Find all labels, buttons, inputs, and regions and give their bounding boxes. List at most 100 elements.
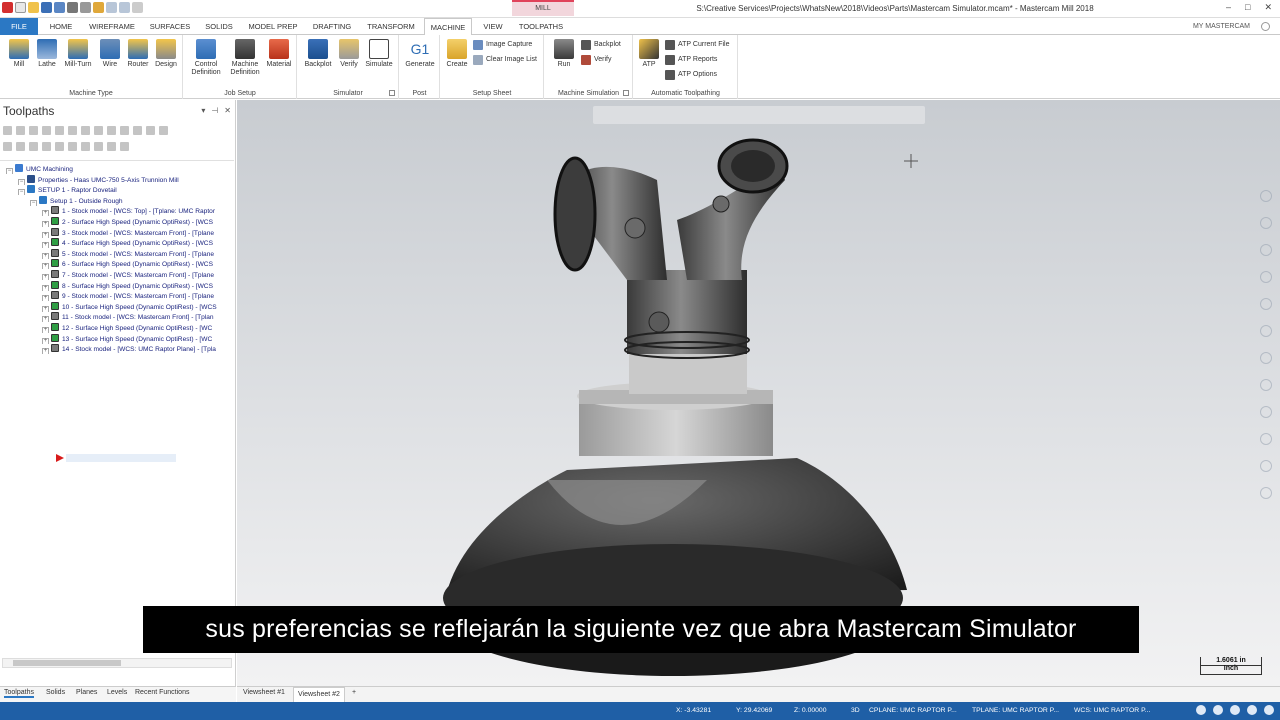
select-all-icon[interactable] [3, 126, 12, 135]
tab-toolpaths[interactable]: TOOLPATHS [514, 18, 568, 35]
toggle-display-icon[interactable] [133, 126, 142, 135]
panel-dropdown-icon[interactable]: ▾ [201, 106, 205, 115]
highfeed-icon[interactable] [107, 126, 116, 135]
expand-icon[interactable] [81, 142, 90, 151]
expand-toggle-icon[interactable]: − [6, 168, 13, 174]
shading-icon[interactable] [1230, 705, 1240, 715]
expand-toggle-icon[interactable]: + [42, 263, 49, 270]
graphics-viewport[interactable]: 1.6061 in Inch [237, 100, 1280, 686]
tab-transform[interactable]: TRANSFORM [362, 18, 420, 35]
snap-icon[interactable] [1213, 705, 1223, 715]
tab-drafting[interactable]: DRAFTING [308, 18, 356, 35]
machine-definition-button[interactable]: Machine Definition [226, 39, 264, 77]
filter-icon[interactable] [107, 142, 116, 151]
wireframe-icon[interactable] [1260, 433, 1272, 445]
tree-node[interactable]: +9 - Stock model - [WCS: Mastercam Front… [42, 291, 234, 302]
tree-node[interactable]: +11 - Stock model - [WCS: Mastercam Fron… [42, 312, 234, 323]
scrollbar-thumb[interactable] [13, 660, 121, 666]
tree-node[interactable]: +4 - Surface High Speed (Dynamic OptiRes… [42, 238, 234, 249]
tree-node[interactable]: +2 - Surface High Speed (Dynamic OptiRes… [42, 217, 234, 227]
insert-arrow-icon[interactable] [56, 454, 64, 462]
deselect-icon[interactable] [16, 126, 25, 135]
toggle-post-icon[interactable] [146, 126, 155, 135]
maximize-button[interactable]: □ [1245, 2, 1250, 13]
transparency-icon[interactable] [1264, 705, 1274, 715]
customize-qat-icon[interactable] [132, 2, 143, 13]
mill-turn-button[interactable]: Mill-Turn [61, 39, 95, 69]
simulator-options-launcher[interactable] [389, 90, 395, 96]
tree-node[interactable]: − SETUP 1 - Raptor Dovetail [18, 185, 234, 196]
tab-model-prep[interactable]: MODEL PREP [244, 18, 302, 35]
pan-icon[interactable] [1260, 271, 1272, 283]
app-logo-icon[interactable] [2, 2, 13, 13]
expand-toggle-icon[interactable]: + [42, 274, 49, 280]
print-preview-icon[interactable] [80, 2, 91, 13]
3d-toggle[interactable]: 3D [851, 707, 860, 714]
options-icon[interactable] [120, 142, 129, 151]
cplane-status[interactable]: CPLANE: UMC RAPTOR P... [869, 707, 957, 714]
expand-toggle-icon[interactable]: + [42, 348, 49, 355]
post-tree-icon[interactable] [94, 126, 103, 135]
my-mastercam-link[interactable]: MY MASTERCAM [1193, 23, 1250, 30]
display-icon[interactable] [1247, 705, 1257, 715]
tab-solids-manager[interactable]: Solids [46, 689, 65, 696]
single-display-icon[interactable] [55, 142, 64, 151]
atp-current-file-button[interactable]: ATP Current File [665, 39, 729, 51]
wcs-status[interactable]: WCS: UMC RAPTOR P... [1074, 707, 1150, 714]
run-button[interactable]: Run [551, 39, 577, 69]
save-as-icon[interactable] [54, 2, 65, 13]
expand-toggle-icon[interactable]: + [42, 284, 49, 291]
tab-levels-manager[interactable]: Levels [107, 689, 127, 696]
help-tree-icon[interactable] [159, 126, 168, 135]
move-down-icon[interactable] [3, 142, 12, 151]
minimize-button[interactable]: – [1226, 2, 1231, 13]
tree-node[interactable]: +14 - Stock model - [WCS: UMC Raptor Pla… [42, 344, 234, 355]
expand-toggle-icon[interactable]: + [42, 242, 49, 249]
clear-image-list-button[interactable]: Clear Image List [473, 54, 537, 66]
viewsheet-2-tab[interactable]: Viewsheet #2 [293, 687, 345, 702]
undo-icon[interactable] [106, 2, 117, 13]
viewsheet-1-tab[interactable]: Viewsheet #1 [239, 689, 289, 696]
display-toolpath-icon[interactable] [68, 142, 77, 151]
regenerate-icon[interactable] [29, 126, 38, 135]
folder-icon[interactable] [93, 2, 104, 13]
expand-toggle-icon[interactable]: − [18, 178, 25, 185]
horizontal-scrollbar[interactable] [2, 658, 232, 668]
expand-toggle-icon[interactable]: − [30, 199, 37, 206]
expand-toggle-icon[interactable]: + [42, 252, 49, 259]
generate-button[interactable]: G1 Generate [402, 39, 438, 69]
tree-node[interactable]: +7 - Stock model - [WCS: Mastercam Front… [42, 270, 234, 280]
tab-planes-manager[interactable]: Planes [76, 689, 97, 696]
expand-toggle-icon[interactable]: + [42, 327, 49, 333]
design-button[interactable]: Design [152, 39, 180, 69]
help-icon[interactable] [1261, 22, 1270, 31]
new-file-icon[interactable] [15, 2, 26, 13]
backplot-button[interactable]: Backplot [301, 39, 335, 69]
tree-node[interactable]: − Properties - Haas UMC-750 5-Axis Trunni… [18, 174, 234, 185]
move-up-icon[interactable] [16, 142, 25, 151]
tree-node[interactable]: +5 - Stock model - [WCS: Mastercam Front… [42, 248, 234, 259]
tab-toolpaths-manager[interactable]: Toolpaths [4, 689, 34, 698]
scroll-insert-icon[interactable] [42, 142, 51, 151]
expand-toggle-icon[interactable]: + [42, 337, 49, 344]
tree-node[interactable]: +1 - Stock model - [WCS: Top] - [Tplane:… [42, 206, 234, 217]
shaded-icon[interactable] [1260, 406, 1272, 418]
tree-node[interactable]: +8 - Surface High Speed (Dynamic OptiRes… [42, 280, 234, 291]
wire-button[interactable]: Wire [97, 39, 123, 69]
tree-node[interactable]: +12 - Surface High Speed (Dynamic OptiRe… [42, 323, 234, 333]
atp-options-button[interactable]: ATP Options [665, 69, 717, 81]
tab-recent-functions[interactable]: Recent Functions [135, 689, 189, 696]
tab-solids[interactable]: SOLIDS [200, 18, 238, 35]
view-top-icon[interactable] [1260, 325, 1272, 337]
lathe-button[interactable]: Lathe [34, 39, 60, 69]
image-capture-button[interactable]: Image Capture [473, 39, 532, 51]
tree-node[interactable]: − Setup 1 - Outside Rough [30, 195, 234, 206]
expand-toggle-icon[interactable]: − [18, 189, 25, 196]
close-button[interactable]: ✕ [1264, 2, 1272, 13]
tab-file[interactable]: FILE [0, 18, 38, 35]
control-definition-button[interactable]: Control Definition [186, 39, 226, 77]
verify-tree-icon[interactable] [68, 126, 77, 135]
atp-reports-button[interactable]: ATP Reports [665, 54, 717, 66]
material-button[interactable]: Material [263, 39, 295, 69]
tree-node[interactable]: +3 - Stock model - [WCS: Mastercam Front… [42, 227, 234, 238]
